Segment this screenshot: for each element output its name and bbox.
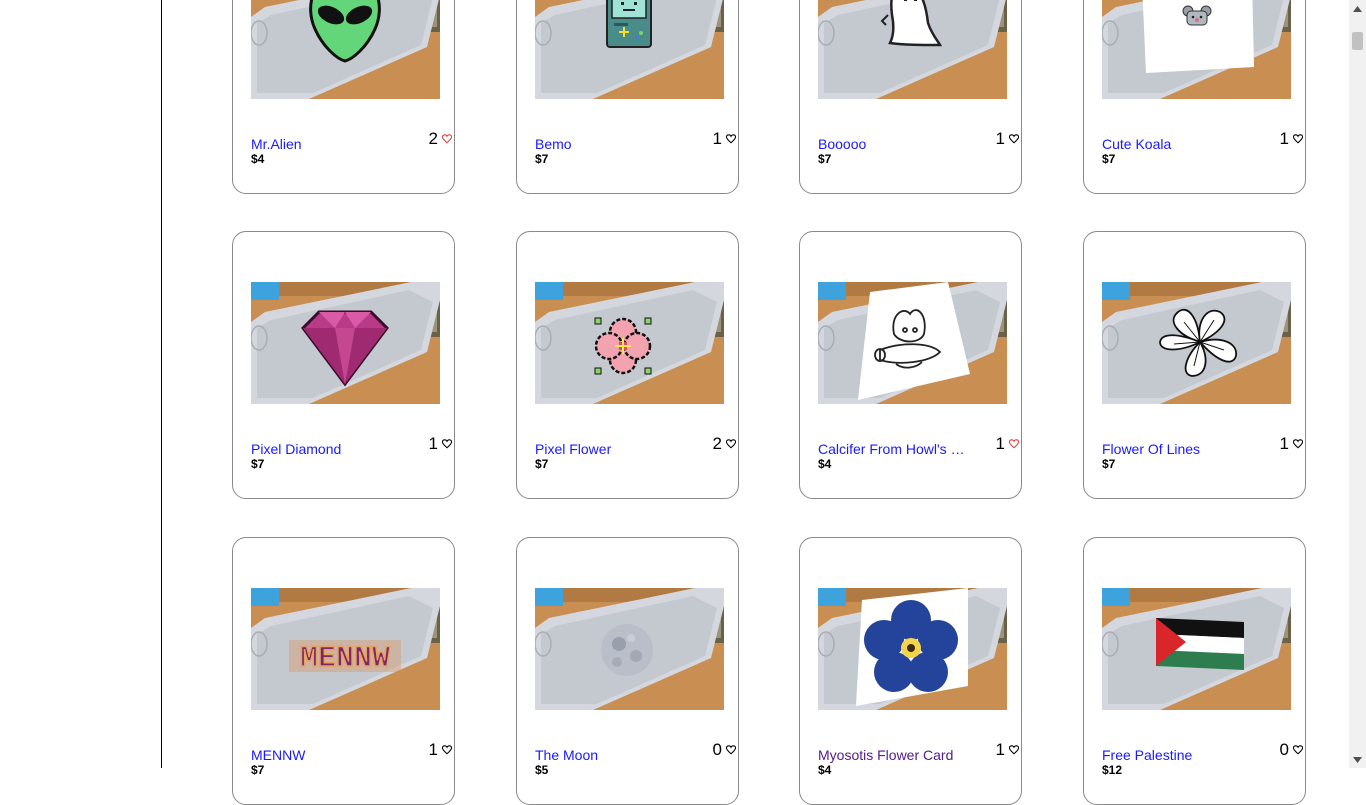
- product-title-link[interactable]: Myosotis Flower Card: [818, 747, 968, 763]
- product-title-link[interactable]: Calcifer From Howl's Moving Castle: [818, 441, 968, 457]
- product-image[interactable]: [535, 588, 724, 710]
- likes-counter: 1: [1280, 434, 1303, 454]
- product-price: $4: [818, 457, 832, 471]
- product-title-link[interactable]: Pixel Flower: [535, 441, 685, 457]
- product-card[interactable]: Bemo $7 1: [516, 0, 739, 194]
- product-price: $7: [535, 152, 549, 166]
- scrollbar-thumb[interactable]: [1352, 31, 1363, 51]
- product-image[interactable]: [251, 0, 440, 99]
- product-image[interactable]: [251, 282, 440, 404]
- heart-icon[interactable]: [1293, 129, 1303, 149]
- product-image[interactable]: [535, 282, 724, 404]
- heart-icon[interactable]: [1009, 434, 1019, 454]
- product-image[interactable]: [818, 282, 1007, 404]
- product-title-link[interactable]: MENNW: [251, 747, 401, 763]
- likes-counter: 1: [713, 129, 736, 149]
- like-count: 1: [1279, 129, 1289, 148]
- product-grid: Mr.Alien $4 2 Bemo $7 1 Booooo $7 1 Cute…: [0, 0, 1349, 805]
- product-card[interactable]: Booooo $7 1: [799, 0, 1022, 194]
- product-image[interactable]: [1102, 282, 1291, 404]
- product-title-link[interactable]: Flower Of Lines: [1102, 441, 1252, 457]
- product-title-link[interactable]: Booooo: [818, 136, 968, 152]
- like-count: 1: [428, 434, 438, 453]
- product-image[interactable]: [818, 0, 1007, 99]
- product-price: $4: [818, 763, 832, 777]
- product-card[interactable]: MENNW MENNW $7 1: [232, 537, 455, 805]
- product-title-link[interactable]: Pixel Diamond: [251, 441, 401, 457]
- product-card[interactable]: Free Palestine $12 0: [1083, 537, 1306, 805]
- product-image[interactable]: [1102, 588, 1291, 710]
- product-price: $7: [1102, 152, 1116, 166]
- product-title-link[interactable]: The Moon: [535, 747, 685, 763]
- likes-counter: 1: [996, 434, 1019, 454]
- product-price: $7: [1102, 457, 1116, 471]
- heart-icon[interactable]: [1009, 129, 1019, 149]
- like-count: 2: [428, 129, 438, 148]
- like-count: 2: [712, 434, 722, 453]
- product-card[interactable]: Calcifer From Howl's Moving Castle $4 1: [799, 231, 1022, 499]
- vertical-scrollbar[interactable]: [1349, 0, 1366, 768]
- product-price: $7: [818, 152, 832, 166]
- like-count: 1: [995, 740, 1005, 759]
- product-title-link[interactable]: Cute Koala: [1102, 136, 1252, 152]
- like-count: 1: [712, 129, 722, 148]
- likes-counter: 1: [996, 740, 1019, 760]
- product-image[interactable]: [818, 588, 1007, 710]
- product-card[interactable]: Cute Koala $7 1: [1083, 0, 1306, 194]
- heart-icon[interactable]: [726, 434, 736, 454]
- likes-counter: 0: [713, 740, 736, 760]
- like-count: 1: [995, 129, 1005, 148]
- like-count: 0: [1279, 740, 1289, 759]
- like-count: 1: [1279, 434, 1289, 453]
- product-price: $7: [251, 457, 265, 471]
- heart-icon[interactable]: [1293, 434, 1303, 454]
- likes-counter: 0: [1280, 740, 1303, 760]
- product-card[interactable]: Pixel Flower $7 2: [516, 231, 739, 499]
- product-price: $4: [251, 152, 265, 166]
- scroll-down-arrow[interactable]: [1349, 751, 1366, 768]
- product-card[interactable]: Flower Of Lines $7 1: [1083, 231, 1306, 499]
- svg-text:MENNW: MENNW: [300, 642, 390, 676]
- heart-icon[interactable]: [442, 740, 452, 760]
- like-count: 1: [428, 740, 438, 759]
- product-card[interactable]: Mr.Alien $4 2: [232, 0, 455, 194]
- product-price: $7: [535, 457, 549, 471]
- likes-counter: 1: [429, 740, 452, 760]
- heart-icon[interactable]: [1009, 740, 1019, 760]
- product-title-link[interactable]: Mr.Alien: [251, 136, 401, 152]
- product-title-link[interactable]: Bemo: [535, 136, 685, 152]
- likes-counter: 1: [1280, 129, 1303, 149]
- product-image[interactable]: [1102, 0, 1291, 99]
- likes-counter: 2: [713, 434, 736, 454]
- product-card[interactable]: The Moon $5 0: [516, 537, 739, 805]
- likes-counter: 1: [429, 434, 452, 454]
- product-price: $7: [251, 763, 265, 777]
- like-count: 1: [995, 434, 1005, 453]
- product-image[interactable]: [535, 0, 724, 99]
- heart-icon[interactable]: [726, 129, 736, 149]
- heart-icon[interactable]: [726, 740, 736, 760]
- heart-icon[interactable]: [1293, 740, 1303, 760]
- product-price: $12: [1102, 763, 1123, 777]
- likes-counter: 1: [996, 129, 1019, 149]
- heart-icon[interactable]: [442, 129, 452, 149]
- product-title-link[interactable]: Free Palestine: [1102, 747, 1252, 763]
- product-card[interactable]: Myosotis Flower Card $4 1: [799, 537, 1022, 805]
- scroll-up-arrow[interactable]: [1349, 0, 1366, 17]
- like-count: 0: [712, 740, 722, 759]
- product-price: $5: [535, 763, 549, 777]
- heart-icon[interactable]: [442, 434, 452, 454]
- product-image[interactable]: MENNW: [251, 588, 440, 710]
- product-card[interactable]: Pixel Diamond $7 1: [232, 231, 455, 499]
- likes-counter: 2: [429, 129, 452, 149]
